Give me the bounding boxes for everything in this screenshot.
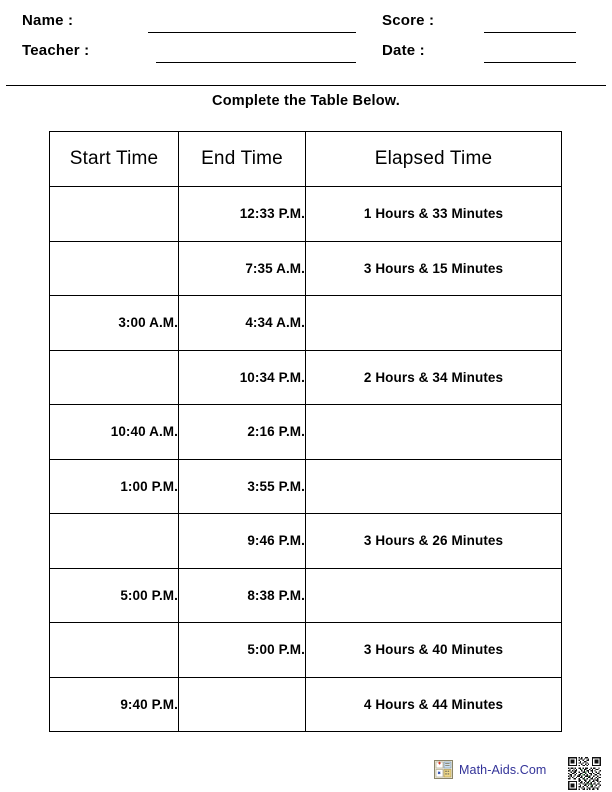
table-row: 7:35 A.M. 3 Hours & 15 Minutes bbox=[49, 240, 562, 296]
date-input-line[interactable] bbox=[484, 62, 576, 63]
cell-elapsed-time: 4 Hours & 44 Minutes bbox=[305, 676, 562, 732]
date-label: Date : bbox=[382, 42, 425, 59]
qr-code-icon[interactable] bbox=[568, 757, 601, 790]
cell-end-time: 8:38 P.M. bbox=[178, 567, 306, 623]
cell-end-time: 3:55 P.M. bbox=[178, 458, 306, 514]
cell-elapsed-time[interactable] bbox=[305, 567, 562, 623]
cell-end-time: 5:00 P.M. bbox=[178, 622, 306, 678]
cell-start-time: 10:40 A.M. bbox=[49, 404, 179, 460]
cell-elapsed-time[interactable] bbox=[305, 295, 562, 351]
instruction-text: Complete the Table Below. bbox=[212, 93, 400, 109]
table-row: 1:00 P.M. 3:55 P.M. bbox=[49, 458, 562, 514]
cell-start-time[interactable] bbox=[49, 622, 179, 678]
name-label: Name : bbox=[22, 12, 74, 29]
table-row: 5:00 P.M. 8:38 P.M. bbox=[49, 567, 562, 623]
table-header-row: Start Time End Time Elapsed Time bbox=[49, 131, 562, 187]
cell-start-time: 5:00 P.M. bbox=[49, 567, 179, 623]
cell-start-time[interactable] bbox=[49, 240, 179, 296]
teacher-label: Teacher : bbox=[22, 42, 90, 59]
name-input-line[interactable] bbox=[148, 32, 356, 33]
column-header-start-time: Start Time bbox=[49, 131, 179, 187]
cell-elapsed-time: 2 Hours & 34 Minutes bbox=[305, 349, 562, 405]
cell-end-time: 4:34 A.M. bbox=[178, 295, 306, 351]
score-input-line[interactable] bbox=[484, 32, 576, 33]
score-label: Score : bbox=[382, 12, 435, 29]
elapsed-time-table: Start Time End Time Elapsed Time 12:33 P… bbox=[49, 131, 562, 732]
math-aids-brand[interactable]: Math-Aids.Com bbox=[434, 760, 546, 779]
cell-end-time: 12:33 P.M. bbox=[178, 186, 306, 242]
worksheet-footer: Math-Aids.Com bbox=[0, 757, 612, 792]
table-row: 9:46 P.M. 3 Hours & 26 Minutes bbox=[49, 513, 562, 569]
cell-elapsed-time: 3 Hours & 26 Minutes bbox=[305, 513, 562, 569]
cell-start-time: 1:00 P.M. bbox=[49, 458, 179, 514]
cell-elapsed-time: 3 Hours & 40 Minutes bbox=[305, 622, 562, 678]
table-row: 12:33 P.M. 1 Hours & 33 Minutes bbox=[49, 186, 562, 242]
cell-start-time[interactable] bbox=[49, 513, 179, 569]
brand-label: Math-Aids.Com bbox=[459, 762, 547, 777]
cell-start-time[interactable] bbox=[49, 349, 179, 405]
calculator-icon bbox=[434, 760, 453, 779]
elapsed-time-table-container: Start Time End Time Elapsed Time 12:33 P… bbox=[49, 131, 562, 732]
cell-start-time: 3:00 A.M. bbox=[49, 295, 179, 351]
table-row: 5:00 P.M. 3 Hours & 40 Minutes bbox=[49, 622, 562, 678]
table-row: 10:40 A.M. 2:16 P.M. bbox=[49, 404, 562, 460]
cell-end-time: 9:46 P.M. bbox=[178, 513, 306, 569]
cell-elapsed-time: 3 Hours & 15 Minutes bbox=[305, 240, 562, 296]
header-divider bbox=[6, 85, 606, 86]
table-row: 10:34 P.M. 2 Hours & 34 Minutes bbox=[49, 349, 562, 405]
cell-end-time[interactable] bbox=[178, 676, 306, 732]
column-header-end-time: End Time bbox=[178, 131, 306, 187]
cell-end-time: 10:34 P.M. bbox=[178, 349, 306, 405]
table-row: 9:40 P.M. 4 Hours & 44 Minutes bbox=[49, 676, 562, 732]
column-header-elapsed-time: Elapsed Time bbox=[305, 131, 562, 187]
cell-start-time[interactable] bbox=[49, 186, 179, 242]
table-row: 3:00 A.M. 4:34 A.M. bbox=[49, 295, 562, 351]
cell-end-time: 7:35 A.M. bbox=[178, 240, 306, 296]
teacher-input-line[interactable] bbox=[156, 62, 356, 63]
cell-elapsed-time[interactable] bbox=[305, 404, 562, 460]
cell-elapsed-time: 1 Hours & 33 Minutes bbox=[305, 186, 562, 242]
cell-start-time: 9:40 P.M. bbox=[49, 676, 179, 732]
cell-elapsed-time[interactable] bbox=[305, 458, 562, 514]
cell-end-time: 2:16 P.M. bbox=[178, 404, 306, 460]
worksheet-header: Name : Teacher : Score : Date : bbox=[0, 0, 612, 86]
